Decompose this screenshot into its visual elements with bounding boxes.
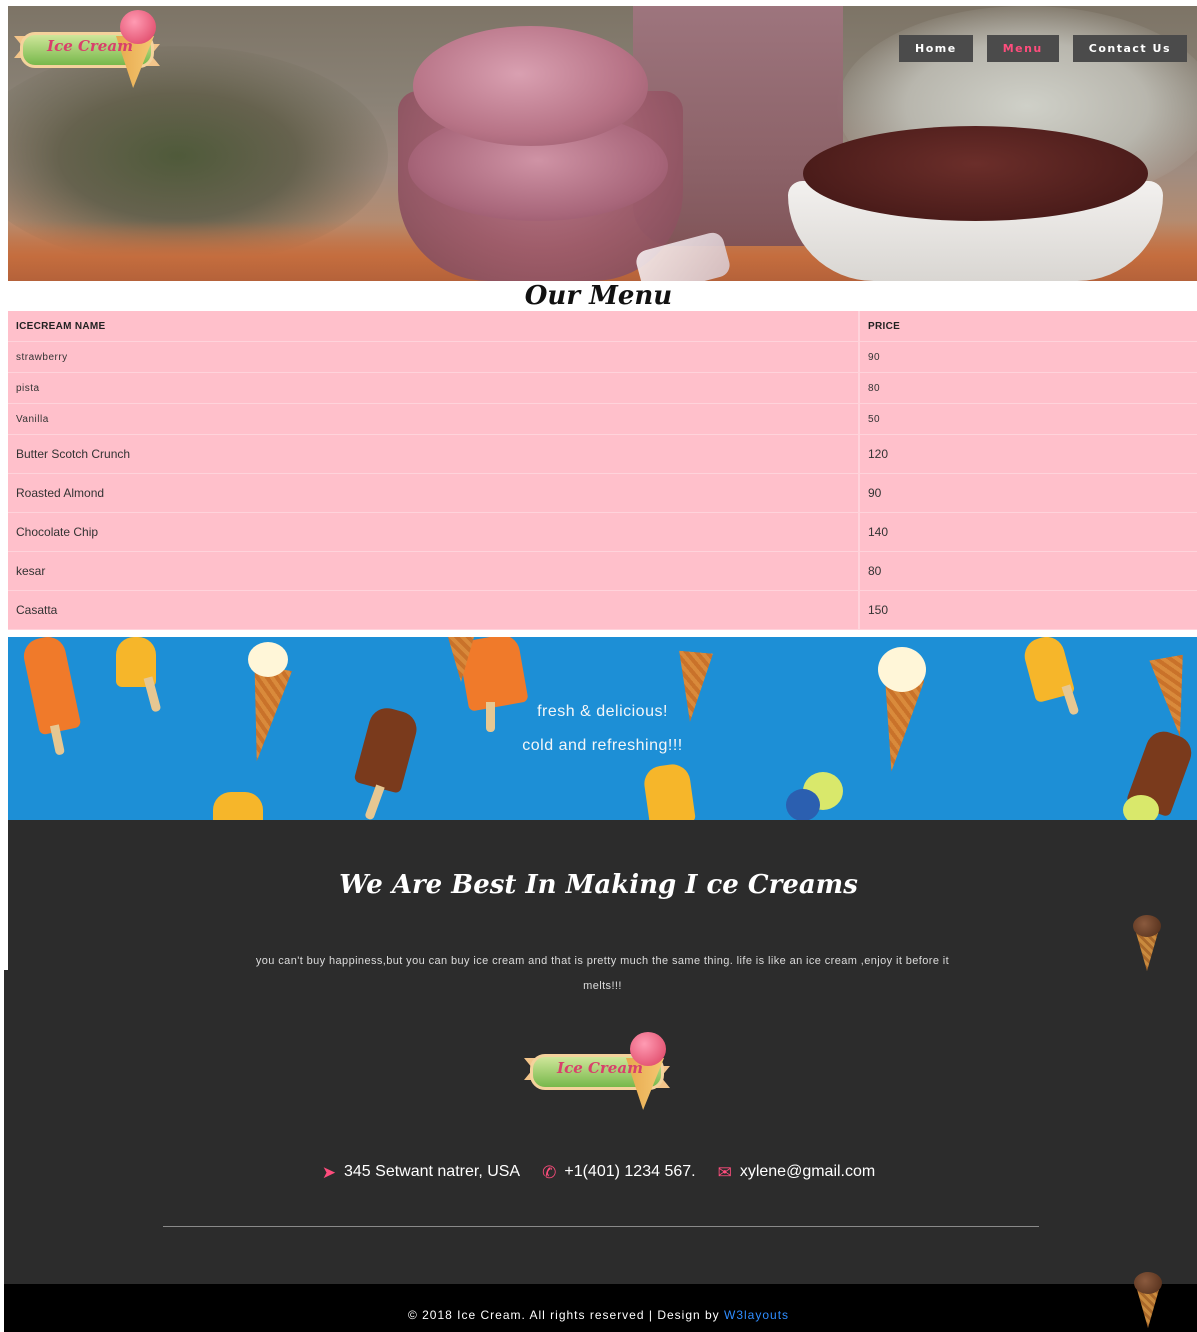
popsicle-icon bbox=[642, 762, 696, 820]
flavor-name: Vanilla bbox=[8, 403, 860, 435]
logo-text: Ice Cream bbox=[557, 1059, 643, 1077]
banner-line-1: fresh & delicious! bbox=[537, 703, 668, 720]
flavor-price: 90 bbox=[859, 473, 1197, 513]
column-header-price: PRICE bbox=[859, 311, 1197, 342]
table-header-row: ICECREAM NAME PRICE bbox=[8, 311, 1197, 342]
flavor-price: 80 bbox=[859, 551, 1197, 591]
about-title: We Are Best In Making I ce Creams bbox=[339, 870, 858, 900]
ice-cream-cone-icon bbox=[1133, 915, 1161, 971]
flavor-name: kesar bbox=[8, 551, 860, 591]
flavor-name: Roasted Almond bbox=[8, 473, 860, 513]
hero-banner: Ice Cream Home Menu Contact Us bbox=[8, 6, 1197, 281]
nav-contact-us[interactable]: Contact Us bbox=[1072, 35, 1187, 62]
column-header-name: ICECREAM NAME bbox=[8, 311, 860, 342]
flavor-price: 140 bbox=[859, 512, 1197, 552]
ice-cream-cone-icon bbox=[1149, 655, 1196, 740]
flavor-name: pista bbox=[8, 372, 860, 404]
copyright-text: © 2018 Ice Cream. All rights reserved | … bbox=[0, 1308, 1197, 1322]
logo-text: Ice Cream bbox=[47, 37, 133, 55]
gumball-icon bbox=[1123, 795, 1159, 820]
phone-icon: ✆ bbox=[542, 1162, 557, 1182]
contact-email[interactable]: ✉ xylene@gmail.com bbox=[718, 1163, 876, 1181]
table-row: kesar 80 bbox=[8, 551, 1197, 591]
contact-phone: ✆ +1(401) 1234 567. bbox=[542, 1163, 695, 1181]
flavor-price: 50 bbox=[859, 403, 1197, 435]
popsicle-stick-icon bbox=[364, 784, 385, 820]
about-text: you can't buy happiness,but you can buy … bbox=[255, 955, 950, 992]
ice-cream-pattern-banner: fresh & delicious! cold and refreshing!!… bbox=[8, 637, 1197, 820]
copyright-label: © 2018 Ice Cream. All rights reserved | … bbox=[407, 1308, 725, 1322]
table-row: pista 80 bbox=[8, 372, 1197, 404]
flavor-name: strawberry bbox=[8, 341, 860, 373]
site-logo[interactable]: Ice Cream bbox=[14, 10, 165, 90]
table-row: Roasted Almond 90 bbox=[8, 473, 1197, 513]
flavor-price: 80 bbox=[859, 372, 1197, 404]
flavor-price: 150 bbox=[859, 590, 1197, 630]
nav-menu[interactable]: Menu bbox=[986, 35, 1059, 62]
scoop-icon bbox=[1133, 915, 1161, 937]
table-row: strawberry 90 bbox=[8, 341, 1197, 373]
table-row: Casatta 150 bbox=[8, 590, 1197, 630]
envelope-open-icon: ✉ bbox=[717, 1162, 732, 1182]
table-row: Vanilla 50 bbox=[8, 403, 1197, 435]
footer-logo[interactable]: Ice Cream bbox=[524, 1032, 675, 1112]
nav-home[interactable]: Home bbox=[899, 35, 973, 62]
scoop-icon bbox=[1134, 1272, 1162, 1294]
gumball-icon bbox=[786, 789, 820, 820]
footer-divider bbox=[163, 1226, 1039, 1227]
location-arrow-icon: ➤ bbox=[321, 1162, 336, 1182]
menu-title: Our Menu bbox=[524, 281, 673, 311]
about-section-lower bbox=[4, 970, 1197, 1284]
main-nav: Home Menu Contact Us bbox=[899, 35, 1187, 62]
designer-link[interactable]: W3layouts bbox=[724, 1308, 789, 1322]
phone-text: +1(401) 1234 567. bbox=[564, 1163, 696, 1180]
flavor-name: Casatta bbox=[8, 590, 860, 630]
address-text: 345 Setwant natrer, USA bbox=[344, 1163, 521, 1180]
table-row: Chocolate Chip 140 bbox=[8, 512, 1197, 552]
chocolate-dessert-image bbox=[803, 126, 1148, 221]
contact-address: ➤ 345 Setwant natrer, USA bbox=[322, 1163, 520, 1181]
banner-line-2: cold and refreshing!!! bbox=[522, 737, 683, 754]
flavor-price: 120 bbox=[859, 434, 1197, 474]
menu-table: ICECREAM NAME PRICE strawberry 90 pista … bbox=[8, 311, 1197, 630]
email-link[interactable]: xylene@gmail.com bbox=[740, 1163, 875, 1181]
flavor-name: Butter Scotch Crunch bbox=[8, 434, 860, 474]
ice-cream-scoop-icon bbox=[878, 647, 926, 692]
flavor-price: 90 bbox=[859, 341, 1197, 373]
table-row: Butter Scotch Crunch 120 bbox=[8, 434, 1197, 474]
popsicle-icon bbox=[213, 792, 263, 820]
ice-cream-scoop-image bbox=[413, 26, 648, 146]
contact-info: ➤ 345 Setwant natrer, USA ✆ +1(401) 1234… bbox=[0, 1163, 1197, 1181]
flavor-name: Chocolate Chip bbox=[8, 512, 860, 552]
ice-cream-scoop-icon bbox=[248, 642, 288, 677]
